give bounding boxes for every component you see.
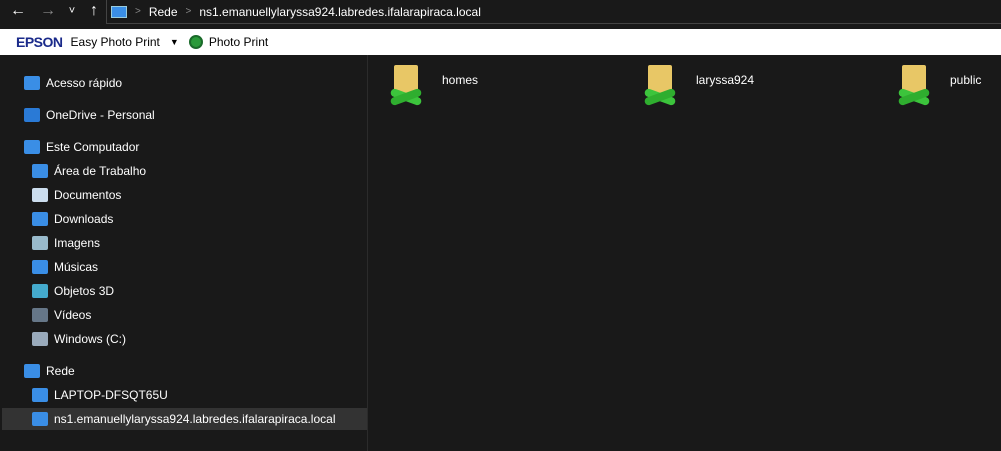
sidebar-item-label: OneDrive - Personal	[46, 108, 155, 122]
navigation-bar: ← → ˅ ↑ > Rede > ns1.emanuellylaryssa924…	[0, 0, 1001, 29]
sidebar-item[interactable]: Acesso rápido	[24, 72, 122, 94]
sidebar-item[interactable]: Área de Trabalho	[32, 160, 146, 182]
sidebar-item[interactable]: Este Computador	[24, 136, 139, 158]
cube-icon	[32, 284, 48, 298]
address-bar[interactable]: > Rede > ns1.emanuellylaryssa924.labrede…	[106, 0, 1001, 24]
sidebar-item[interactable]: OneDrive - Personal	[24, 104, 155, 126]
sidebar-item-label: Imagens	[54, 236, 101, 250]
chevron-right-icon: >	[185, 6, 192, 17]
folder-label: homes	[442, 73, 479, 87]
sidebar-item[interactable]: Downloads	[32, 208, 113, 230]
download-icon	[32, 212, 48, 226]
photo-print-icon	[188, 35, 203, 49]
sidebar-item[interactable]: Vídeos	[32, 304, 91, 326]
dropdown-arrow-icon[interactable]: ▼	[170, 37, 179, 47]
sidebar-item[interactable]: Imagens	[32, 232, 100, 254]
folder-public[interactable]: public	[896, 63, 981, 109]
back-button[interactable]: ←	[8, 2, 28, 20]
sidebar-item-label: Objetos 3D	[54, 284, 115, 298]
photo-print-button[interactable]: Photo Print	[209, 35, 268, 49]
computer-icon	[32, 388, 48, 402]
forward-button[interactable]: →	[38, 2, 58, 20]
breadcrumb-host[interactable]: ns1.emanuellylaryssa924.labredes.ifalara…	[199, 5, 481, 19]
sidebar-item-label: Windows (C:)	[54, 332, 127, 346]
sidebar-item[interactable]: Documentos	[32, 184, 121, 206]
computer-icon	[111, 5, 127, 18]
sidebar-item-label: Área de Trabalho	[54, 164, 147, 178]
image-icon	[32, 236, 48, 250]
star-icon	[24, 76, 40, 90]
up-button[interactable]: ↑	[84, 2, 104, 20]
sidebar-item-label: Este Computador	[46, 140, 140, 154]
drive-icon	[32, 332, 48, 346]
epson-logo: EPSON	[16, 34, 63, 50]
sidebar-item-label: Vídeos	[54, 308, 92, 322]
document-icon	[32, 188, 48, 202]
easy-photo-print-button[interactable]: Easy Photo Print	[71, 35, 160, 49]
network-share-icon	[388, 63, 426, 109]
computer-icon	[32, 412, 48, 426]
sidebar-item[interactable]: Objetos 3D	[32, 280, 114, 302]
music-icon	[32, 260, 48, 274]
desktop-icon	[32, 164, 48, 178]
sidebar-item[interactable]: Músicas	[32, 256, 98, 278]
recent-locations-button[interactable]: ˅	[62, 5, 82, 17]
folder-label: public	[950, 73, 982, 87]
network-share-icon	[896, 63, 934, 109]
chevron-right-icon: >	[135, 6, 141, 17]
folder-homes[interactable]: homes	[388, 63, 478, 109]
sidebar-item[interactable]: Windows (C:)	[32, 328, 126, 350]
sidebar-item-label: ns1.emanuellylaryssa924.labredes.ifalara…	[54, 412, 336, 426]
breadcrumb-rede[interactable]: Rede	[149, 5, 178, 19]
sidebar-item-label: LAPTOP-DFSQT65U	[54, 388, 168, 402]
folder-label: laryssa924	[696, 73, 755, 87]
file-view: homes laryssa924 public	[370, 55, 1001, 451]
navigation-pane: Acesso rápido OneDrive - Personal Este Com…	[0, 55, 368, 451]
cloud-icon	[24, 108, 40, 122]
sidebar-item-label: Rede	[46, 364, 75, 378]
sidebar-item[interactable]: LAPTOP-DFSQT65U	[32, 384, 168, 406]
network-icon	[24, 364, 40, 378]
sidebar-item-label: Documentos	[54, 188, 122, 202]
video-icon	[32, 308, 48, 322]
sidebar-item-label: Downloads	[54, 212, 114, 226]
sidebar-item-label: Músicas	[54, 260, 99, 274]
sidebar-item[interactable]: ns1.emanuellylaryssa924.labredes.ifalara…	[2, 408, 367, 430]
folder-laryssa924[interactable]: laryssa924	[642, 63, 754, 109]
sidebar-item-label: Acesso rápido	[46, 76, 123, 90]
computer-icon	[24, 140, 40, 154]
network-share-icon	[642, 63, 680, 109]
epson-toolbar: EPSON Easy Photo Print ▼ Photo Print	[0, 29, 1001, 55]
sidebar-item[interactable]: Rede	[24, 360, 75, 382]
